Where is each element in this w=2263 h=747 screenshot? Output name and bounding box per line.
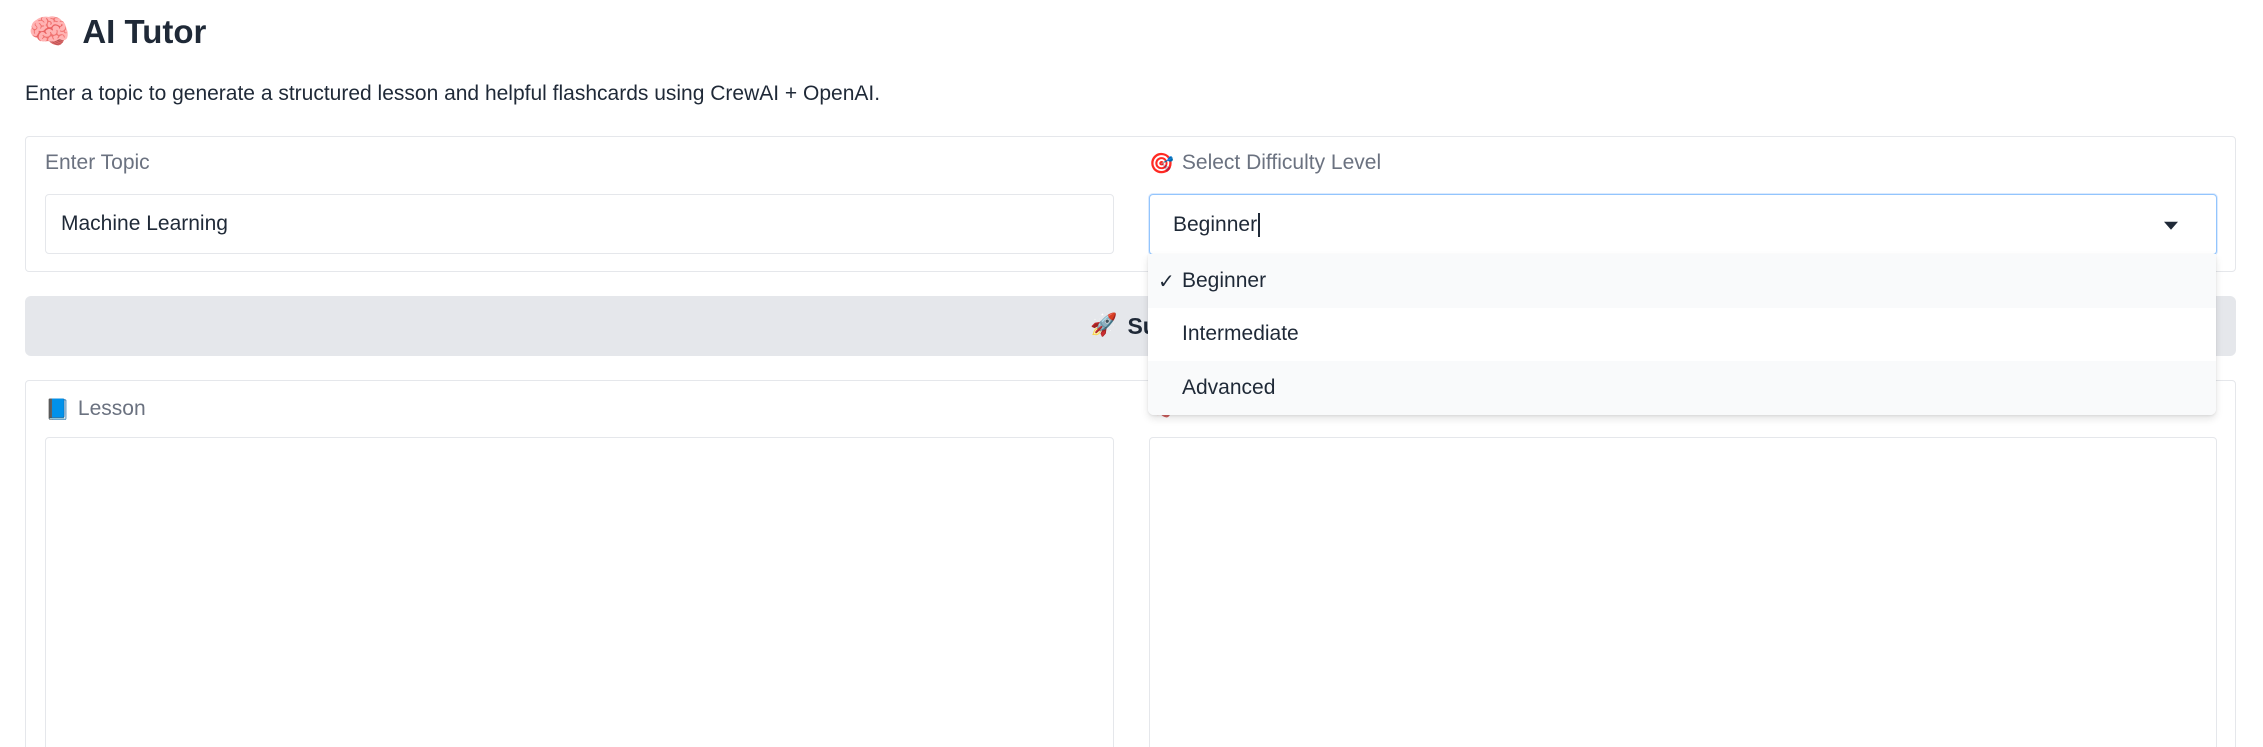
dropdown-option-label: Beginner (1182, 268, 1267, 292)
lesson-output-box[interactable] (45, 437, 1114, 747)
brain-icon: 🧠 (28, 12, 71, 52)
dropdown-option-label: Intermediate (1182, 322, 1299, 346)
text-caret (1258, 212, 1260, 237)
topic-input[interactable]: Machine Learning (45, 194, 1114, 254)
book-icon: 📘 (45, 397, 70, 421)
page-title-row: 🧠 AI Tutor (28, 12, 206, 52)
page-title: AI Tutor (82, 13, 207, 50)
target-icon: 🎯 (1149, 151, 1174, 175)
dropdown-option-beginner[interactable]: ✓ Beginner (1148, 254, 2216, 308)
dropdown-option-intermediate[interactable]: Intermediate (1148, 308, 2216, 362)
dropdown-arrow-icon[interactable] (2164, 221, 2178, 230)
lesson-label-text: Lesson (77, 397, 146, 420)
topic-input-value: Machine Learning (61, 212, 228, 235)
difficulty-dropdown-menu: ✓ Beginner Intermediate Advanced (1148, 254, 2216, 415)
input-panel: Enter Topic Machine Learning 🎯 Select Di… (25, 136, 2236, 272)
difficulty-select[interactable]: Beginner (1149, 194, 2217, 255)
topic-label: Enter Topic (45, 151, 150, 175)
difficulty-label: 🎯 Select Difficulty Level (1149, 151, 1381, 175)
topic-label-text: Enter Topic (45, 151, 150, 174)
difficulty-select-value: Beginner (1173, 212, 1258, 236)
lesson-label: 📘 Lesson (45, 397, 146, 421)
difficulty-label-text: Select Difficulty Level (1181, 151, 1382, 174)
rocket-icon: 🚀 (1090, 313, 1118, 338)
flashcards-output-box[interactable] (1149, 437, 2217, 747)
ai-tutor-app: 🧠 AI Tutor Enter a topic to generate a s… (0, 0, 2263, 747)
dropdown-option-advanced[interactable]: Advanced (1148, 361, 2216, 415)
dropdown-option-label: Advanced (1182, 375, 1276, 399)
page-description: Enter a topic to generate a structured l… (25, 82, 881, 105)
output-panel: 📘 Lesson 🧠 Flashcards (25, 380, 2236, 747)
check-icon: ✓ (1158, 268, 1175, 293)
